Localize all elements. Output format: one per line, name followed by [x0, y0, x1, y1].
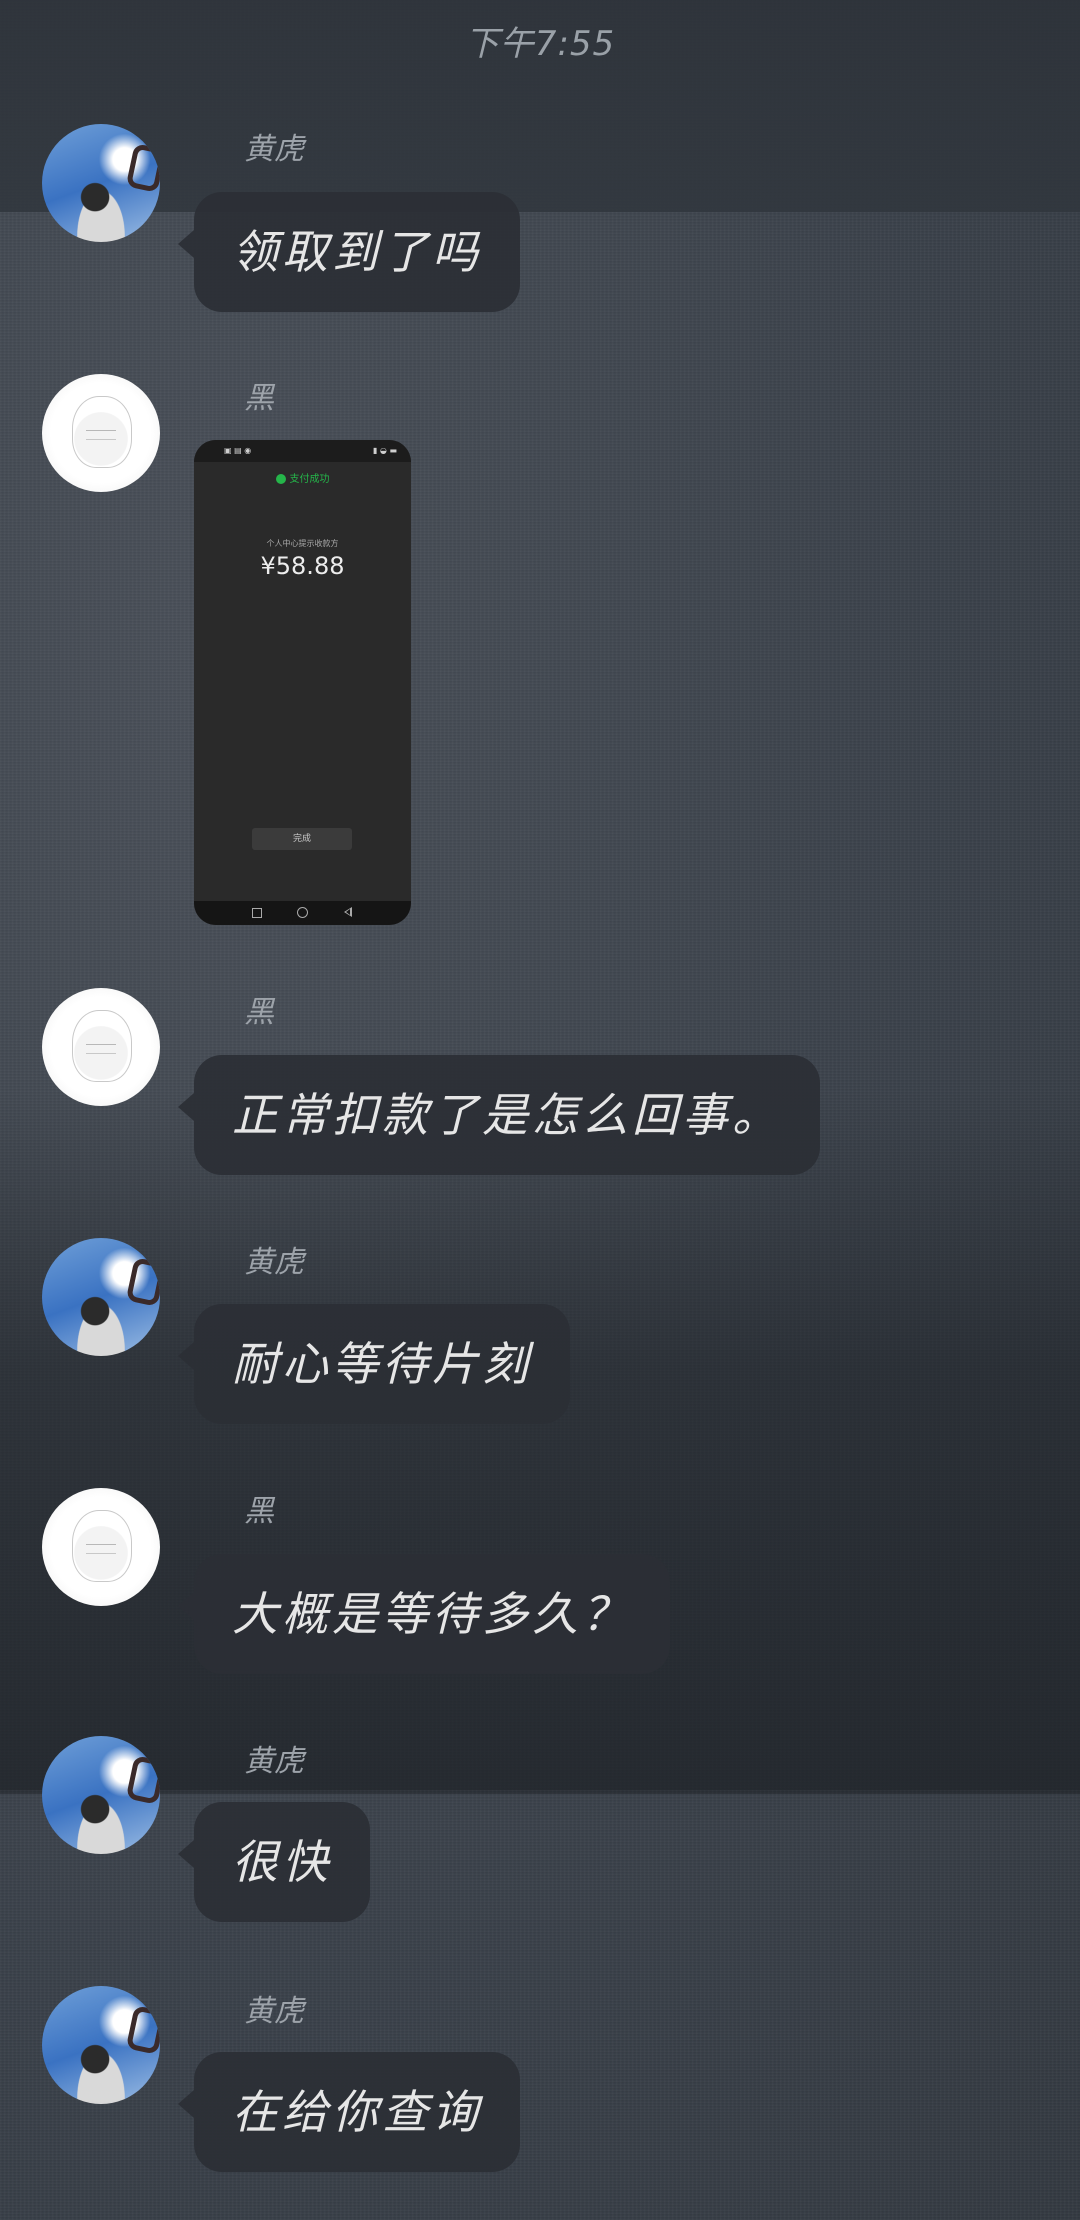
- message-bubble[interactable]: 正常扣款了是怎么回事。: [178, 1055, 820, 1175]
- sender-name: 黄虎: [244, 1744, 304, 1779]
- avatar[interactable]: [42, 988, 160, 1106]
- thumb-description: 个人中心提示收款方: [266, 539, 339, 548]
- sender-name: 黑: [244, 1494, 274, 1529]
- avatar[interactable]: [42, 374, 160, 492]
- thumb-title: 支付成功: [194, 470, 411, 485]
- payment-screenshot-image[interactable]: ▣ ▤ ◉ ▮ ◒ ▬ 支付成功 个人中心提示收款方 ¥58.88 完成: [194, 440, 411, 925]
- status-time: 下午7:55: [464, 24, 616, 64]
- message-bubble[interactable]: 领取到了吗: [178, 192, 520, 312]
- message-bubble[interactable]: 大概是等待多久？: [178, 1554, 670, 1674]
- home-icon: [297, 907, 308, 918]
- sender-name: 黄虎: [244, 1994, 304, 2029]
- thumb-nav-bar: [194, 901, 411, 925]
- check-circle-icon: [275, 474, 286, 484]
- thumb-amount: ¥58.88: [260, 552, 345, 580]
- sender-name: 黄虎: [244, 1245, 304, 1280]
- message-bubble[interactable]: 很快: [178, 1802, 370, 1922]
- avatar[interactable]: [42, 1736, 160, 1854]
- message-bubble[interactable]: 在给你查询: [178, 2052, 520, 2172]
- shade-edge: [0, 1790, 1080, 1794]
- sender-name: 黄虎: [244, 132, 304, 167]
- back-icon: [344, 907, 352, 917]
- avatar[interactable]: [42, 1986, 160, 2104]
- sender-name: 黑: [244, 381, 274, 416]
- message-bubble[interactable]: 耐心等待片刻: [178, 1304, 570, 1424]
- recent-apps-icon: [252, 908, 262, 918]
- thumb-done-button: 完成: [252, 828, 352, 850]
- avatar[interactable]: [42, 1488, 160, 1606]
- middle-shade: [0, 1090, 1080, 1790]
- avatar[interactable]: [42, 124, 160, 242]
- avatar[interactable]: [42, 1238, 160, 1356]
- sender-name: 黑: [244, 995, 274, 1030]
- thumb-status-bar: ▣ ▤ ◉ ▮ ◒ ▬: [194, 440, 411, 462]
